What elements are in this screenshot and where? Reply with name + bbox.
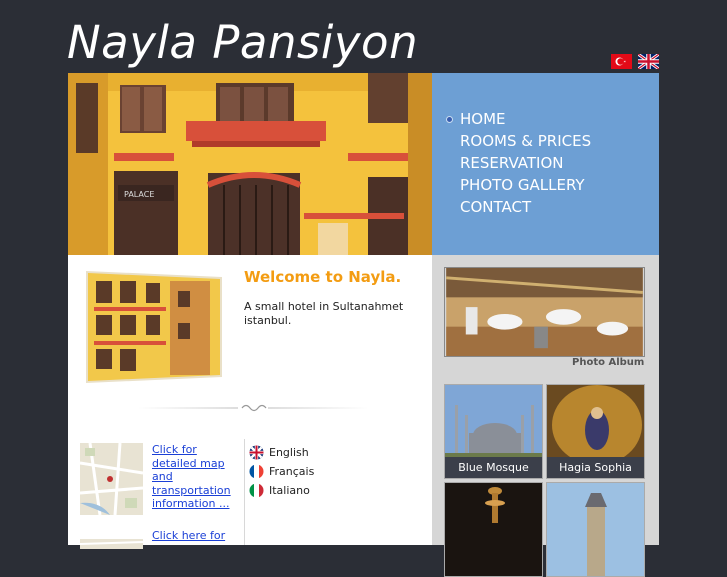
map-link[interactable]: Click for detailed map and transportatio…	[152, 443, 244, 511]
site-title: Nayla Pansiyon	[67, 16, 419, 69]
tile-label: Blue Mosque	[445, 457, 542, 478]
map-thumbnail[interactable]	[80, 443, 143, 515]
language-label: Français	[269, 465, 315, 478]
active-bullet-icon	[446, 116, 453, 123]
main-navigation: HOME ROOMS & PRICES RESERVATION PHOTO GA…	[432, 73, 659, 255]
tile-nargile[interactable]	[444, 482, 543, 577]
language-english[interactable]: English	[249, 443, 314, 462]
nav-item-reservation[interactable]: RESERVATION	[460, 152, 591, 174]
english-flag-icon	[249, 445, 264, 460]
language-label: English	[269, 446, 309, 459]
hotel-facade-image: PALACE	[68, 73, 432, 255]
ornament-divider-icon	[138, 404, 368, 412]
svg-text:PALACE: PALACE	[124, 190, 154, 199]
tile-label: Hagia Sophia	[547, 457, 644, 478]
nav-item-photo-gallery[interactable]: PHOTO GALLERY	[460, 174, 591, 196]
tile-hagia-sophia[interactable]: Hagia Sophia	[546, 384, 645, 479]
language-french[interactable]: Français	[249, 462, 314, 481]
language-label: Italiano	[269, 484, 310, 497]
nav-item-rooms-prices[interactable]: ROOMS & PRICES	[460, 130, 591, 152]
language-list: English Français Italiano	[249, 443, 314, 500]
column-divider	[244, 439, 245, 545]
tile-galata-tower[interactable]	[546, 482, 645, 577]
hero-image: PALACE	[68, 73, 432, 255]
welcome-text: A small hotel in Sultanahmet istanbul.	[244, 300, 404, 327]
click-here-link[interactable]: Click here for	[152, 529, 244, 543]
main-content: Welcome to Nayla. A small hotel in Sulta…	[68, 255, 432, 549]
language-flags	[611, 54, 659, 69]
language-italian[interactable]: Italiano	[249, 481, 314, 500]
nav-item-home[interactable]: HOME	[446, 108, 591, 130]
map-thumbnail-secondary[interactable]	[80, 539, 143, 549]
welcome-title: Welcome to Nayla.	[244, 268, 402, 286]
french-flag-icon	[249, 464, 264, 479]
photo-album-thumbnail[interactable]	[444, 267, 645, 357]
nargile-photo	[445, 483, 542, 576]
italian-flag-icon	[249, 483, 264, 498]
turkish-flag-icon[interactable]	[611, 54, 632, 69]
photo-album-label: Photo Album	[572, 357, 645, 368]
sidebar: Photo Album Blue Mosque Hagia Sophia	[432, 255, 659, 577]
english-flag-icon[interactable]	[638, 54, 659, 69]
hotel-building-photo	[86, 271, 222, 383]
nav-item-contact[interactable]: CONTACT	[460, 196, 591, 218]
galata-tower-photo	[547, 483, 644, 576]
tile-blue-mosque[interactable]: Blue Mosque	[444, 384, 543, 479]
